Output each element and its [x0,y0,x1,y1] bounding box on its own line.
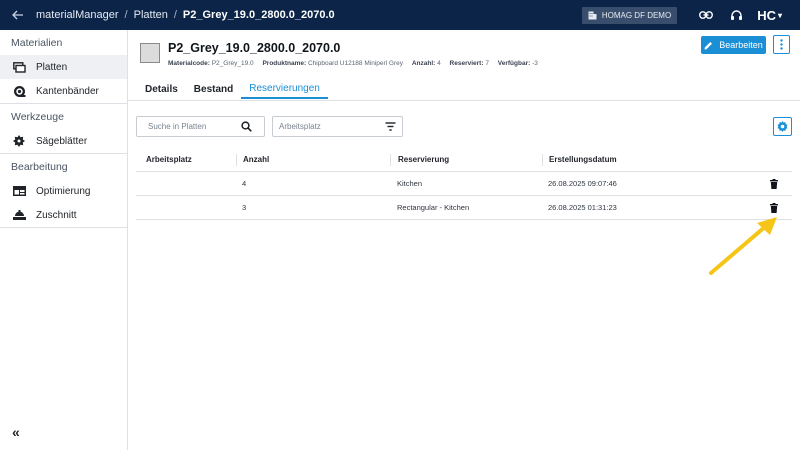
tab-bar: Details Bestand Reservierungen [137,80,328,100]
meta-label: Verfügbar: [497,60,531,67]
table-row[interactable]: 4 Kitchen 26.08.2025 09:07:46 [136,172,792,196]
link-icon [699,11,714,19]
arrow-left-icon [12,10,23,20]
cutting-icon [12,208,26,222]
boards-icon [12,60,26,74]
material-header: P2_Grey_19.0_2800.0_2070.0 Materialcode:… [140,41,545,67]
sidebar-item-label: Zuschnitt [36,209,77,221]
brand-logo: HC [757,7,776,23]
tenant-name: HOMAG DF DEMO [601,10,672,20]
sidebar-item-label: Kantenbänder [36,85,99,97]
meta-reserved: 7 [485,60,489,67]
reservations-table: Arbeitsplatz Anzahl Reservierung Erstell… [136,148,792,220]
cell-created: 26.08.2025 01:31:23 [548,203,617,212]
support-button[interactable] [721,0,751,30]
cell-reservation: Kitchen [397,179,423,188]
headset-icon [730,9,742,20]
edit-button[interactable]: Bearbeiten [701,36,766,54]
column-header-count[interactable]: Anzahl [236,153,390,166]
table-row[interactable]: 3 Rectangular - Kitchen 26.08.2025 01:31… [136,196,792,220]
delete-button[interactable] [742,196,792,219]
brand-menu[interactable]: HC ▾ [757,8,782,23]
cell-reservation: Rectangular - Kitchen [397,203,470,212]
tab-reservierungen[interactable]: Reservierungen [241,80,328,99]
sidebar-section-materialien: Materialien [11,36,63,49]
meta-label: Materialcode: [168,60,210,67]
sidebar-item-platten[interactable]: Platten [0,55,127,79]
sidebar: Materialien Platten Kantenbänder Werkzeu… [0,30,128,450]
edgeband-roll-icon [12,84,26,98]
meta-label: Reserviert: [449,60,484,67]
tab-details[interactable]: Details [137,80,186,99]
sidebar-item-label: Platten [36,61,68,73]
main-content: P2_Grey_19.0_2800.0_2070.0 Materialcode:… [128,30,800,450]
optimization-icon [12,184,26,198]
cell-count: 3 [242,203,247,212]
sidebar-section-werkzeuge: Werkzeuge [11,110,64,123]
tabs-divider [128,100,800,101]
filter-icon [385,122,396,131]
sidebar-item-optimierung[interactable]: Optimierung [0,179,127,203]
sidebar-item-kantenbaender[interactable]: Kantenbänder [0,79,127,103]
sidebar-item-label: Sägeblätter [36,135,88,147]
meta-label: Anzahl: [411,60,436,67]
tab-bestand[interactable]: Bestand [186,80,241,99]
table-header: Arbeitsplatz Anzahl Reservierung Erstell… [136,148,792,172]
meta-label: Produktname: [262,60,307,67]
cell-count: 4 [242,179,247,188]
link-button[interactable] [691,0,721,30]
trash-icon [770,202,778,213]
gear-icon [777,121,788,132]
delete-button[interactable] [742,172,792,195]
material-meta: Materialcode: P2_Grey_19.0 Produktname: … [168,60,545,67]
pencil-icon [704,41,713,49]
sidebar-item-label: Optimierung [36,185,91,197]
chevron-down-icon: ▾ [777,10,782,20]
column-header-workplace[interactable]: Arbeitsplatz [136,148,236,171]
sidebar-item-saegeblaetter[interactable]: Sägeblätter [0,129,127,153]
tenant-switcher[interactable]: HOMAG DF DEMO [581,6,678,24]
breadcrumb-item-app[interactable]: materialManager [36,9,119,21]
cell-workplace [136,196,236,219]
table-settings-button[interactable] [773,117,792,136]
kebab-menu-icon [780,39,783,50]
search-placeholder: Suche in Platten [148,122,207,131]
breadcrumb-separator: / [173,9,177,21]
search-icon [241,121,252,132]
building-icon [588,11,597,19]
breadcrumb-item-current: P2_Grey_19.0_2800.0_2070.0 [182,9,335,21]
edit-button-label: Bearbeiten [719,40,763,50]
saw-blade-icon [12,134,26,148]
cell-workplace [136,172,236,195]
material-color-swatch [140,43,160,63]
sidebar-section-bearbeitung: Bearbeitung [11,160,68,173]
column-header-reservation[interactable]: Reservierung [390,153,542,166]
breadcrumb-item-platten[interactable]: Platten [134,9,168,21]
more-options-button[interactable] [773,35,790,54]
column-header-created[interactable]: Erstellungsdatum [542,153,742,166]
trash-icon [770,178,778,189]
workplace-filter-placeholder: Arbeitsplatz [279,122,321,131]
workplace-filter-input[interactable]: Arbeitsplatz [272,116,403,137]
meta-product: Chipboard U12188 Miniperl Grey [307,60,403,67]
page-title: P2_Grey_19.0_2800.0_2070.0 [168,41,341,55]
cell-created: 26.08.2025 09:07:46 [548,179,617,188]
meta-count: 4 [437,60,441,67]
sidebar-item-zuschnitt[interactable]: Zuschnitt [0,203,127,227]
collapse-sidebar-button[interactable]: « [12,424,20,440]
breadcrumb: materialManager / Platten / P2_Grey_19.0… [36,9,335,21]
meta-code: P2_Grey_19.0 [211,60,254,67]
sidebar-divider [0,227,127,228]
top-bar: materialManager / Platten / P2_Grey_19.0… [0,0,800,30]
column-header-actions [742,148,792,171]
breadcrumb-separator: / [124,9,128,21]
search-input[interactable]: Suche in Platten [136,116,265,137]
meta-available: -3 [532,60,538,67]
back-button[interactable] [0,0,36,30]
